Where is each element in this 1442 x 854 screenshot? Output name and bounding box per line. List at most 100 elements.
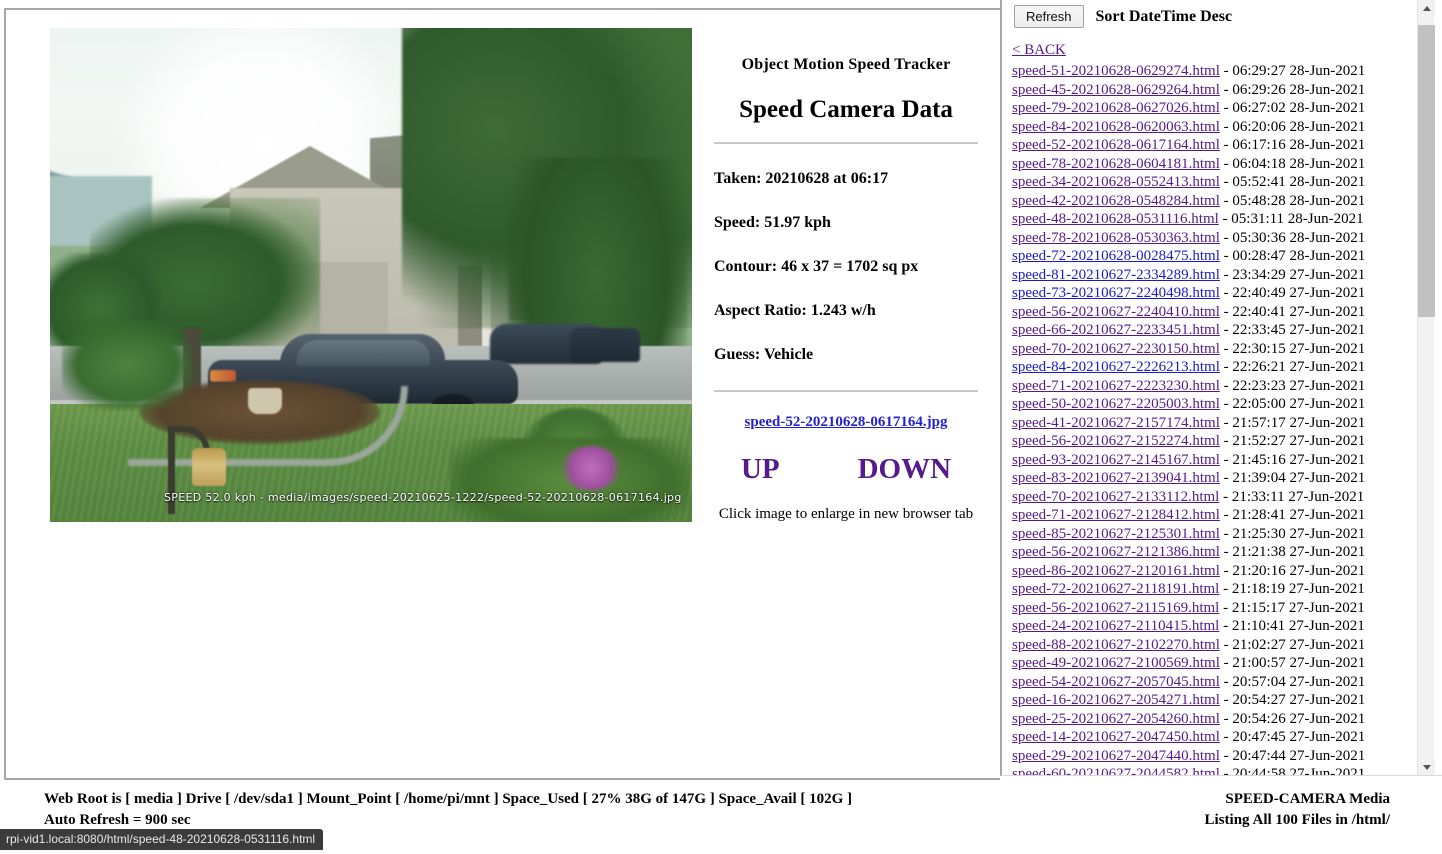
file-timestamp: - 22:40:49 27-Jun-2021 — [1219, 285, 1366, 301]
detail-panel: Object Motion Speed Tracker Speed Camera… — [706, 10, 1000, 523]
footer-right: SPEED-CAMERA Media Listing All 100 Files… — [1205, 789, 1390, 831]
file-list: speed-51-20210628-0629274.html - 06:29:2… — [1012, 62, 1442, 776]
file-link[interactable]: speed-48-20210628-0531116.html — [1012, 211, 1219, 227]
file-link[interactable]: speed-81-20210627-2334289.html — [1012, 267, 1220, 283]
file-link[interactable]: speed-24-20210627-2110415.html — [1012, 618, 1219, 634]
file-link[interactable]: speed-71-20210627-2223230.html — [1012, 378, 1220, 394]
list-item: speed-16-20210627-2054271.html - 20:54:2… — [1012, 691, 1442, 710]
speed-camera-photo[interactable]: SPEED 52.0 kph - media/images/speed-2021… — [50, 28, 692, 522]
file-link[interactable]: speed-56-20210627-2115169.html — [1012, 600, 1219, 616]
file-link[interactable]: speed-29-20210627-2047440.html — [1012, 748, 1220, 764]
file-timestamp: - 21:20:16 27-Jun-2021 — [1219, 562, 1366, 579]
divider-top — [714, 142, 978, 144]
image-file-link[interactable]: speed-52-20210628-0617164.jpg — [706, 414, 986, 431]
file-timestamp: - 23:34:29 27-Jun-2021 — [1219, 266, 1366, 283]
parked-vehicle-second — [570, 328, 640, 362]
list-item: speed-85-20210627-2125301.html - 21:25:3… — [1012, 525, 1442, 544]
list-item: speed-29-20210627-2047440.html - 20:47:4… — [1012, 747, 1442, 766]
enlarge-hint: Click image to enlarge in new browser ta… — [718, 506, 974, 522]
list-item: speed-41-20210627-2157174.html - 21:57:1… — [1012, 414, 1442, 433]
file-link[interactable]: speed-66-20210627-2233451.html — [1012, 322, 1220, 338]
list-item: speed-78-20210628-0604181.html - 06:04:1… — [1012, 155, 1442, 174]
file-link[interactable]: speed-25-20210627-2054260.html — [1012, 711, 1220, 727]
file-link[interactable]: speed-54-20210627-2057045.html — [1012, 674, 1220, 690]
file-link[interactable]: speed-83-20210627-2139041.html — [1012, 470, 1220, 486]
file-link[interactable]: speed-14-20210627-2047450.html — [1012, 729, 1220, 745]
list-item: speed-56-20210627-2115169.html - 21:15:1… — [1012, 599, 1442, 618]
stat-aspect-ratio: Aspect Ratio: 1.243 w/h — [714, 302, 876, 319]
sidebar-scrollbar[interactable] — [1417, 0, 1435, 775]
tracker-title: Object Motion Speed Tracker — [741, 56, 951, 73]
file-link[interactable]: speed-71-20210627-2128412.html — [1012, 507, 1220, 523]
file-link[interactable]: speed-70-20210627-2230150.html — [1012, 341, 1220, 357]
file-timestamp: - 21:33:11 27-Jun-2021 — [1219, 488, 1365, 505]
file-timestamp: - 22:40:41 27-Jun-2021 — [1219, 303, 1366, 320]
file-link[interactable]: speed-56-20210627-2240410.html — [1012, 304, 1220, 320]
nav-up-link[interactable]: UP — [741, 453, 780, 486]
list-item: speed-86-20210627-2120161.html - 21:20:1… — [1012, 562, 1442, 581]
file-timestamp: - 20:54:27 27-Jun-2021 — [1219, 692, 1366, 708]
file-timestamp: - 21:21:38 27-Jun-2021 — [1219, 544, 1366, 560]
list-item: speed-34-20210628-0552413.html - 05:52:4… — [1012, 173, 1442, 192]
back-link[interactable]: < BACK — [1012, 42, 1442, 59]
list-item: speed-70-20210627-2133112.html - 21:33:1… — [1012, 488, 1442, 507]
scroll-up-button[interactable] — [1418, 0, 1435, 17]
file-link[interactable]: speed-34-20210628-0552413.html — [1012, 174, 1220, 190]
file-link[interactable]: speed-72-20210627-2118191.html — [1012, 581, 1219, 597]
file-link[interactable]: speed-88-20210627-2102270.html — [1012, 637, 1220, 653]
file-link[interactable]: speed-85-20210627-2125301.html — [1012, 526, 1220, 542]
file-timestamp: - 20:44:58 27-Jun-2021 — [1219, 766, 1366, 776]
lamp-head — [192, 448, 226, 486]
file-link[interactable]: speed-49-20210627-2100569.html — [1012, 655, 1220, 671]
file-link[interactable]: speed-51-20210628-0629274.html — [1012, 63, 1220, 79]
file-link[interactable]: speed-73-20210627-2240498.html — [1012, 285, 1220, 301]
file-timestamp: - 21:39:04 27-Jun-2021 — [1219, 470, 1366, 486]
footer-file-count: Listing All 100 Files in /html/ — [1204, 812, 1390, 828]
footer-left: Web Root is [ media ] Drive [ /dev/sda1 … — [44, 789, 852, 831]
file-link[interactable]: speed-84-20210628-0620063.html — [1012, 119, 1220, 135]
list-item: speed-49-20210627-2100569.html - 21:00:5… — [1012, 654, 1442, 673]
file-link[interactable]: speed-41-20210627-2157174.html — [1012, 415, 1220, 431]
list-item: speed-14-20210627-2047450.html - 20:47:4… — [1012, 728, 1442, 747]
file-link[interactable]: speed-70-20210627-2133112.html — [1012, 489, 1219, 505]
list-item: speed-78-20210628-0530363.html - 05:30:3… — [1012, 229, 1442, 248]
file-link[interactable]: speed-79-20210628-0627026.html — [1012, 100, 1220, 116]
file-link[interactable]: speed-78-20210628-0530363.html — [1012, 230, 1220, 246]
bush-left — [62, 320, 192, 410]
file-timestamp: - 21:52:27 27-Jun-2021 — [1219, 433, 1366, 449]
file-link[interactable]: speed-42-20210628-0548284.html — [1012, 193, 1220, 209]
file-link[interactable]: speed-50-20210627-2205003.html — [1012, 396, 1220, 412]
list-item: speed-56-20210627-2121386.html - 21:21:3… — [1012, 543, 1442, 562]
file-link[interactable]: speed-84-20210627-2226213.html — [1012, 359, 1220, 375]
file-link[interactable]: speed-72-20210628-0028475.html — [1012, 248, 1220, 264]
file-link[interactable]: speed-78-20210628-0604181.html — [1012, 156, 1220, 172]
file-link[interactable]: speed-93-20210627-2145167.html — [1012, 452, 1220, 468]
file-timestamp: - 20:57:04 27-Jun-2021 — [1219, 673, 1366, 690]
file-link[interactable]: speed-16-20210627-2054271.html — [1012, 692, 1220, 708]
scroll-down-button[interactable] — [1418, 759, 1435, 775]
file-link[interactable]: speed-56-20210627-2121386.html — [1012, 544, 1220, 560]
stat-contour: Contour: 46 x 37 = 1702 sq px — [714, 258, 919, 275]
file-link[interactable]: speed-86-20210627-2120161.html — [1012, 563, 1220, 579]
file-timestamp: - 20:47:44 27-Jun-2021 — [1219, 747, 1366, 764]
refresh-button[interactable]: Refresh — [1014, 5, 1084, 28]
list-item: speed-93-20210627-2145167.html - 21:45:1… — [1012, 451, 1442, 470]
divider-bottom — [714, 390, 978, 392]
stat-speed: Speed: 51.97 kph — [714, 214, 831, 231]
scrollbar-thumb[interactable] — [1418, 25, 1435, 317]
file-link[interactable]: speed-60-20210627-2044582.html — [1012, 766, 1220, 775]
browser-status-bar: rpi-vid1.local:8080/html/speed-48-202106… — [0, 829, 324, 850]
list-item: speed-71-20210627-2128412.html - 21:28:4… — [1012, 506, 1442, 525]
file-link[interactable]: speed-56-20210627-2152274.html — [1012, 433, 1220, 449]
file-timestamp: - 22:30:15 27-Jun-2021 — [1219, 340, 1366, 357]
nav-down-link[interactable]: DOWN — [858, 453, 951, 486]
file-link[interactable]: speed-52-20210628-0617164.html — [1012, 137, 1220, 153]
page-root: SPEED 52.0 kph - media/images/speed-2021… — [0, 0, 1442, 854]
file-timestamp: - 05:30:36 28-Jun-2021 — [1219, 229, 1366, 246]
list-item: speed-60-20210627-2044582.html - 20:44:5… — [1012, 765, 1442, 776]
list-item: speed-83-20210627-2139041.html - 21:39:0… — [1012, 469, 1442, 488]
file-link[interactable]: speed-45-20210628-0629264.html — [1012, 82, 1220, 98]
footer-refresh-line: Auto Refresh = 900 sec — [44, 812, 191, 828]
list-item: speed-42-20210628-0548284.html - 05:48:2… — [1012, 192, 1442, 211]
flowers-purple — [560, 446, 622, 490]
